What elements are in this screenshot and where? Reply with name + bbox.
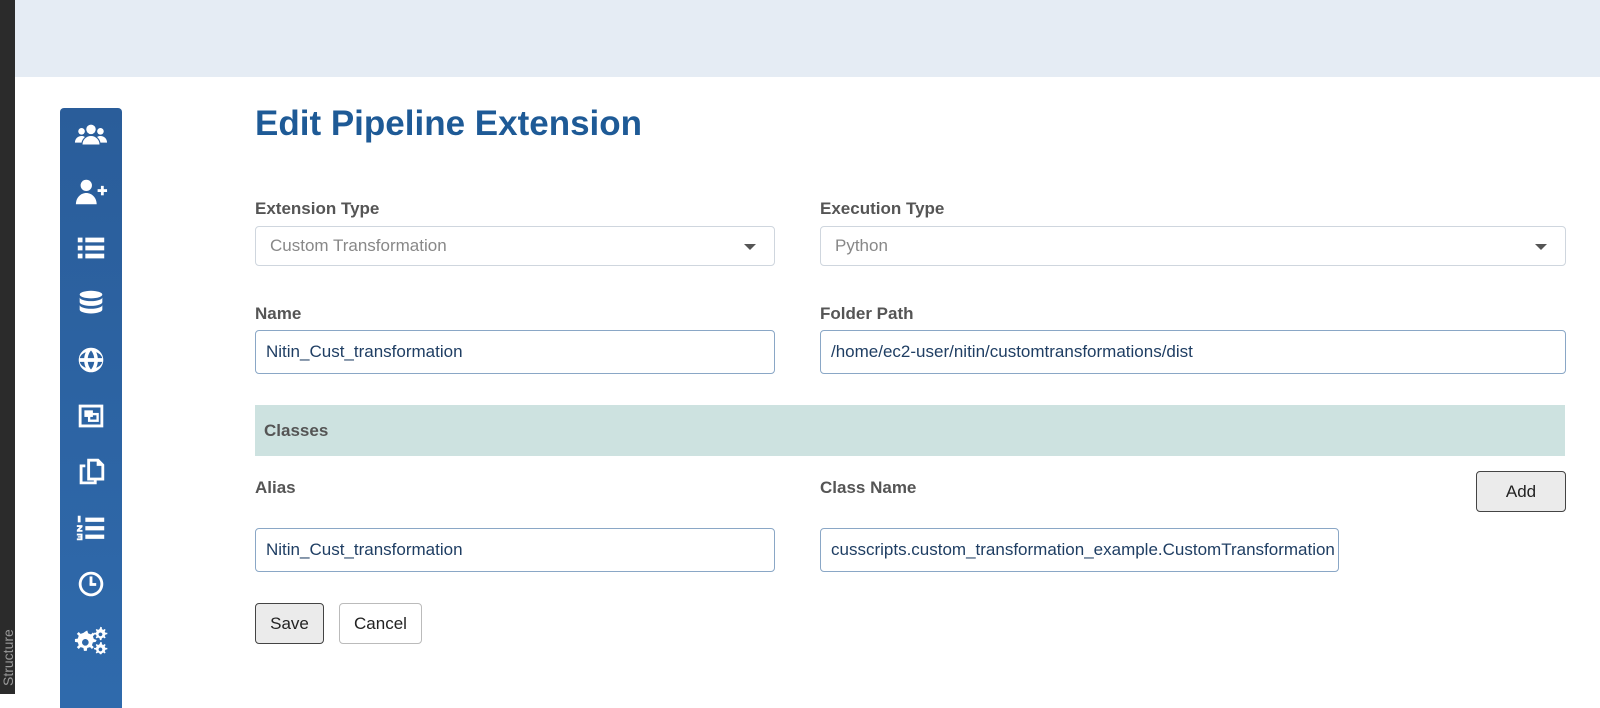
alias-input[interactable]: Nitin_Cust_transformation <box>255 528 775 572</box>
extension-type-select[interactable]: Custom Transformation <box>255 226 775 266</box>
extension-type-label: Extension Type <box>255 199 380 218</box>
sidebar-item-list[interactable] <box>60 228 122 268</box>
name-input[interactable]: Nitin_Cust_transformation <box>255 330 775 374</box>
copy-icon <box>79 458 105 485</box>
save-button[interactable]: Save <box>255 603 324 644</box>
top-header-bar <box>15 0 1600 77</box>
user-plus-icon <box>75 179 108 205</box>
page-title: Edit Pipeline Extension <box>255 104 643 143</box>
sidebar-item-add-user[interactable] <box>60 172 122 212</box>
sidebar-item-settings[interactable] <box>60 620 122 660</box>
sidebar-item-globe[interactable] <box>60 340 122 380</box>
folder-path-input[interactable]: /home/ec2-user/nitin/customtransformatio… <box>820 330 1566 374</box>
sidebar-item-object-group[interactable] <box>60 396 122 436</box>
sidebar <box>60 108 122 708</box>
structure-tab-label[interactable]: Structure <box>0 629 16 686</box>
folder-path-label: Folder Path <box>820 304 914 323</box>
sidebar-item-copy[interactable] <box>60 452 122 492</box>
left-panel-edge: Structure <box>0 0 16 694</box>
class-name-column-label: Class Name <box>820 478 917 497</box>
numbered-list-icon <box>76 515 105 541</box>
class-name-input[interactable]: cusscripts.custom_transformation_example… <box>820 528 1339 572</box>
sidebar-item-database[interactable] <box>60 284 122 324</box>
chevron-down-icon <box>1535 244 1547 250</box>
classes-section-header: Classes <box>255 405 1565 456</box>
sidebar-item-history[interactable] <box>60 564 122 604</box>
users-icon <box>74 124 108 145</box>
cogs-icon <box>74 626 108 655</box>
object-group-icon <box>78 404 104 428</box>
execution-type-value: Python <box>835 236 888 255</box>
add-class-button[interactable]: Add <box>1476 471 1566 512</box>
sidebar-item-numbered-list[interactable] <box>60 508 122 548</box>
clock-icon <box>78 571 104 597</box>
database-icon <box>79 290 103 314</box>
classes-header-label: Classes <box>264 421 329 440</box>
sidebar-item-users[interactable] <box>60 116 122 156</box>
cancel-button[interactable]: Cancel <box>339 603 422 644</box>
execution-type-label: Execution Type <box>820 199 945 218</box>
name-label: Name <box>255 304 302 323</box>
extension-type-value: Custom Transformation <box>270 236 447 255</box>
globe-icon <box>78 347 104 373</box>
chevron-down-icon <box>744 244 756 250</box>
alias-column-label: Alias <box>255 478 296 497</box>
list-icon <box>77 237 105 259</box>
execution-type-select[interactable]: Python <box>820 226 1566 266</box>
